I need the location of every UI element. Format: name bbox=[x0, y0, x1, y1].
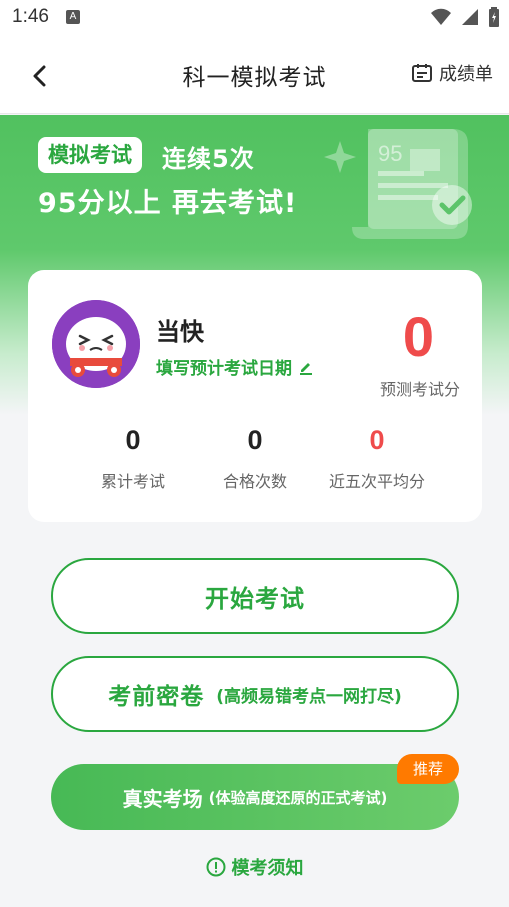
stats-row: 0 累计考试 0 合格次数 0 近五次平均分 bbox=[28, 420, 482, 500]
info-icon bbox=[206, 857, 225, 877]
pre-exam-paper-label: 考前密卷 bbox=[108, 684, 205, 710]
exam-date-label: 填写预计考试日期 bbox=[156, 359, 292, 379]
predicted-score: 0 bbox=[402, 305, 434, 368]
banner-headline-2: 95分以上 再去考试! bbox=[38, 188, 298, 219]
avatar[interactable] bbox=[52, 300, 140, 388]
status-time: 1:46 bbox=[12, 6, 49, 27]
exam-date-link[interactable]: 填写预计考试日期 bbox=[156, 354, 314, 379]
exam-notice-link[interactable]: 模考须知 bbox=[0, 854, 509, 880]
pre-exam-paper-subtitle: (高频易错考点一网打尽) bbox=[216, 686, 402, 707]
real-exam-room-label: 真实考场 bbox=[122, 786, 203, 811]
exam-notice-label: 模考须知 bbox=[231, 858, 304, 879]
banner-tag: 模拟考试 bbox=[38, 137, 142, 173]
battery-icon bbox=[489, 7, 499, 27]
wifi-icon bbox=[431, 8, 451, 25]
status-bar: 1:46 A bbox=[0, 0, 509, 34]
sparkle-icon bbox=[324, 141, 356, 173]
check-icon bbox=[432, 185, 472, 225]
recommend-badge: 推荐 bbox=[397, 754, 459, 784]
start-exam-button[interactable]: 开始考试 bbox=[51, 558, 459, 634]
report-card-label: 成绩单 bbox=[439, 64, 493, 85]
user-name: 当快 bbox=[156, 318, 204, 346]
stat-value: 0 bbox=[369, 425, 385, 455]
real-exam-room-subtitle: (体验高度还原的正式考试) bbox=[208, 788, 388, 807]
profile-card: 当快 填写预计考试日期 0 预测考试分 0 累计考试 0 合格次数 0 近五次平… bbox=[28, 270, 482, 522]
signal-icon bbox=[462, 9, 478, 25]
car-mascot-icon bbox=[52, 300, 140, 388]
pencil-icon bbox=[300, 362, 312, 375]
banner-headline-1: 连续5次 bbox=[162, 145, 255, 173]
report-card-icon bbox=[412, 64, 432, 82]
nav-bar: 科一模拟考试 成绩单 bbox=[0, 34, 509, 114]
report-card-button[interactable]: 成绩单 bbox=[411, 60, 493, 86]
start-exam-label: 开始考试 bbox=[205, 584, 305, 613]
exam-paper-illustration: 95 bbox=[324, 129, 472, 239]
illustration-score: 95 bbox=[378, 141, 402, 166]
status-icons bbox=[431, 7, 499, 27]
notification-icon: A bbox=[66, 10, 80, 24]
stat-recent-average: 0 近五次平均分 bbox=[302, 420, 452, 492]
pre-exam-paper-button[interactable]: 考前密卷 (高频易错考点一网打尽) bbox=[51, 656, 459, 732]
predicted-score-label: 预测考试分 bbox=[379, 380, 460, 399]
stat-label: 近五次平均分 bbox=[328, 472, 425, 491]
